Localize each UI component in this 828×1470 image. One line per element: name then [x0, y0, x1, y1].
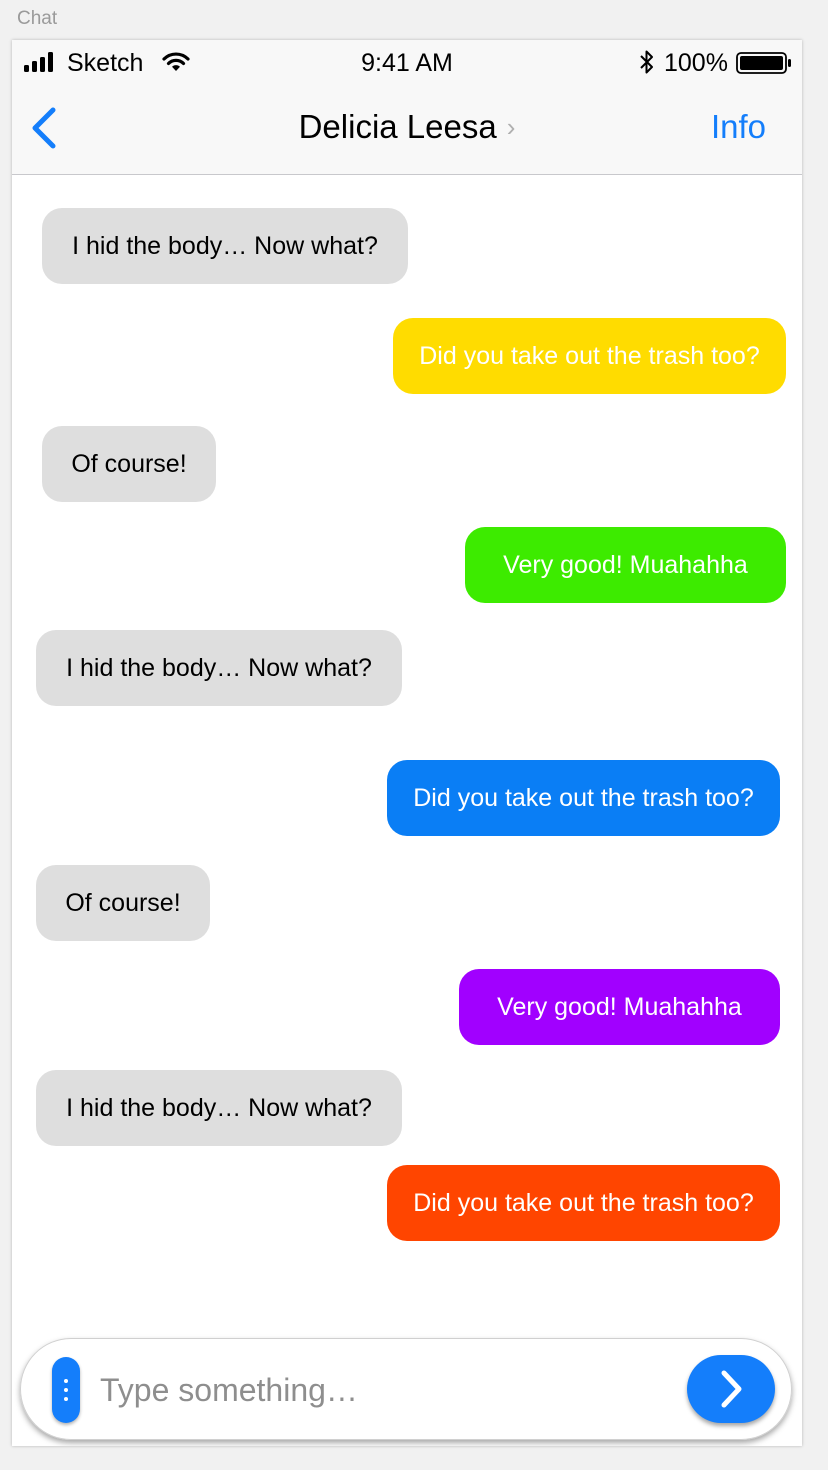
message-bubble-incoming: Of course!: [36, 865, 210, 941]
message-bubble-outgoing: Very good! Muahahha: [459, 969, 780, 1045]
message-list: I hid the body… Now what? Did you take o…: [12, 174, 802, 1334]
title-chevron-icon: ›: [506, 112, 516, 142]
message-bubble-incoming: Of course!: [42, 426, 216, 502]
artboard-label: Chat: [17, 8, 58, 29]
message-text: I hid the body… Now what?: [66, 653, 372, 682]
message-bubble-incoming: I hid the body… Now what?: [36, 1070, 402, 1146]
message-text: Very good! Muahahha: [503, 550, 748, 579]
message-bubble-outgoing: Did you take out the trash too?: [393, 318, 786, 394]
message-bubble-outgoing: Did you take out the trash too?: [387, 1165, 780, 1241]
contact-name: Delicia Leesa: [298, 108, 497, 145]
message-text: Did you take out the trash too?: [413, 783, 754, 812]
message-input[interactable]: [98, 1364, 662, 1416]
chevron-right-icon: [721, 1370, 742, 1408]
message-bubble-incoming: I hid the body… Now what?: [42, 208, 408, 284]
send-button[interactable]: [687, 1355, 775, 1423]
message-bubble-incoming: I hid the body… Now what?: [36, 630, 402, 706]
message-text: I hid the body… Now what?: [72, 231, 378, 260]
phone-screen: Sketch 9:41 AM 100% Delicia Leesa › Info …: [12, 40, 802, 1446]
message-text: I hid the body… Now what?: [66, 1093, 372, 1122]
message-text: Of course!: [71, 449, 187, 478]
contact-name-title[interactable]: Delicia Leesa ›: [12, 108, 802, 146]
message-text: Did you take out the trash too?: [413, 1188, 754, 1217]
battery-percentage: 100%: [664, 49, 728, 77]
message-text: Very good! Muahahha: [497, 992, 742, 1021]
message-bubble-outgoing: Did you take out the trash too?: [387, 760, 780, 836]
battery-icon: [736, 52, 791, 74]
vertical-dots-icon: [64, 1379, 68, 1401]
message-composer: [20, 1338, 792, 1440]
status-bar: Sketch 9:41 AM 100%: [12, 40, 802, 88]
bluetooth-icon: [640, 50, 653, 74]
message-text: Of course!: [65, 888, 181, 917]
info-button[interactable]: Info: [711, 108, 766, 146]
more-options-button[interactable]: [52, 1357, 80, 1423]
message-text: Did you take out the trash too?: [419, 341, 760, 370]
navigation-bar: Delicia Leesa › Info: [12, 88, 802, 175]
message-bubble-outgoing: Very good! Muahahha: [465, 527, 786, 603]
